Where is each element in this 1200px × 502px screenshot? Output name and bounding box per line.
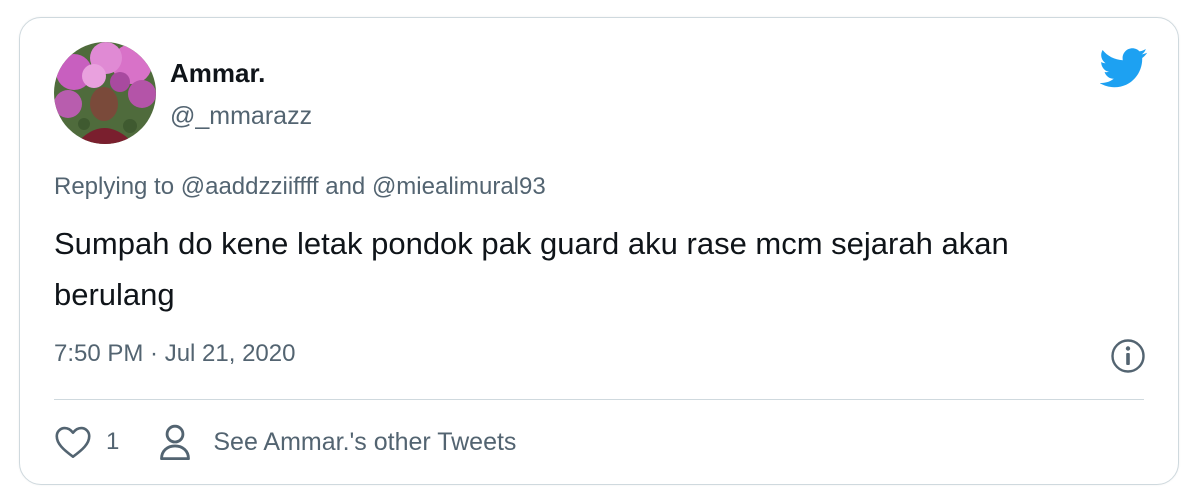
- see-other-tweets-label: See Ammar.'s other Tweets: [213, 427, 517, 456]
- author-handle[interactable]: @_mmarazz: [170, 102, 312, 131]
- info-icon[interactable]: [1110, 338, 1146, 374]
- reply-mention-1[interactable]: @aaddzziiffff: [181, 173, 319, 200]
- heart-icon: [55, 426, 91, 458]
- reply-mention-2[interactable]: @miealimural93: [372, 173, 546, 200]
- avatar[interactable]: [54, 42, 156, 144]
- like-button[interactable]: 1: [54, 425, 119, 459]
- action-bar: 1 See Ammar.'s other Tweets: [54, 422, 516, 462]
- divider: [54, 399, 1144, 400]
- reply-conjunction: and: [325, 173, 366, 200]
- like-count: 1: [106, 428, 120, 455]
- see-other-tweets-link[interactable]: See Ammar.'s other Tweets: [159, 423, 516, 461]
- person-icon: [160, 424, 191, 461]
- avatar-image: [54, 42, 156, 144]
- reply-context: Replying to @aaddzziiffff and @miealimur…: [54, 173, 546, 201]
- tweet-card: Ammar. @_mmarazz Replying to @aaddzziiff…: [19, 17, 1179, 485]
- author-display-name[interactable]: Ammar.: [170, 58, 265, 89]
- reply-prefix: Replying to: [54, 173, 175, 200]
- tweet-timestamp[interactable]: 7:50 PM · Jul 21, 2020: [54, 340, 295, 368]
- tweet-text: Sumpah do kene letak pondok pak guard ak…: [54, 226, 1009, 312]
- twitter-bird-icon[interactable]: [1100, 48, 1148, 88]
